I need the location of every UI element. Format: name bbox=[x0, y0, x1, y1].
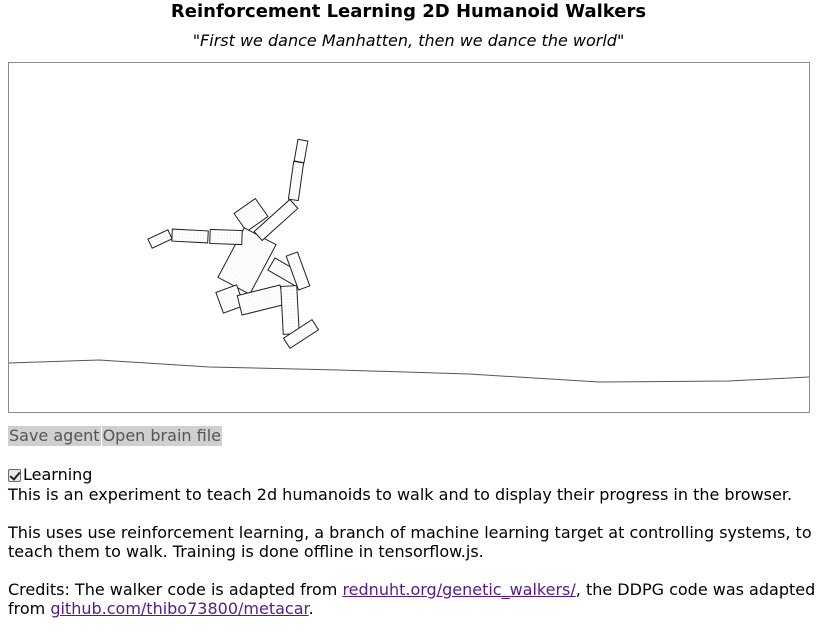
walker-scene bbox=[9, 138, 809, 383]
description-section: This is an experiment to teach 2d humano… bbox=[8, 485, 828, 637]
learning-checkbox[interactable] bbox=[8, 468, 21, 482]
metacar-link[interactable]: github.com/thibo73800/metacar bbox=[50, 599, 308, 618]
agent-controls: Save agent Open brain file bbox=[8, 426, 223, 446]
learning-label: Learning bbox=[23, 465, 93, 484]
page-subtitle: "First we dance Manhatten, then we dance… bbox=[192, 31, 625, 50]
learning-toggle[interactable]: Learning bbox=[8, 465, 92, 485]
walker-hand-right bbox=[293, 138, 309, 164]
walker-shin-b bbox=[280, 285, 300, 335]
walker-upper-arm-left-2 bbox=[209, 228, 243, 246]
ground-line bbox=[9, 359, 809, 383]
walker-lower-arm-right bbox=[287, 160, 305, 202]
page-title: Reinforcement Learning 2D Humanoid Walke… bbox=[170, 1, 647, 22]
credits-suffix: . bbox=[308, 599, 314, 618]
credits-text: Credits: The walker code is adapted from… bbox=[8, 580, 828, 618]
rednuht-link[interactable]: rednuht.org/genetic_walkers/ bbox=[342, 580, 575, 599]
open-brain-file-button[interactable]: Open brain file bbox=[101, 426, 222, 446]
credits-prefix: Credits: The walker code is adapted from bbox=[8, 580, 343, 599]
save-agent-button[interactable]: Save agent bbox=[8, 426, 101, 446]
simulation-canvas[interactable] bbox=[8, 62, 810, 413]
walker-lower-arm-left bbox=[147, 229, 173, 249]
method-text: This uses use reinforcement learning, a … bbox=[8, 523, 812, 561]
intro-text: This is an experiment to teach 2d humano… bbox=[8, 485, 793, 504]
humanoid-walker bbox=[147, 138, 320, 349]
walker-upper-arm-left bbox=[171, 228, 209, 244]
